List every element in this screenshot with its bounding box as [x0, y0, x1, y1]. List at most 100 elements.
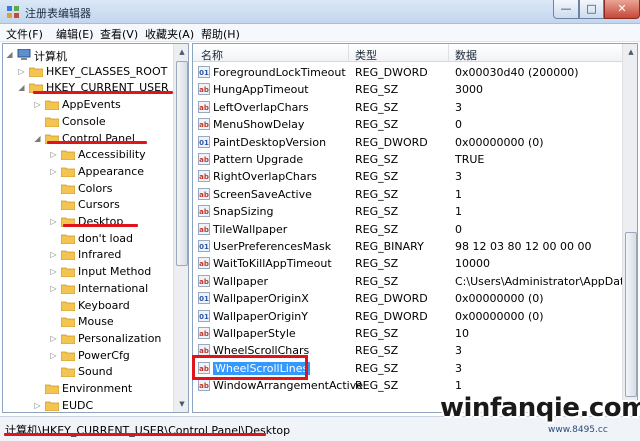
- highlight-underline-control-panel: [47, 141, 147, 144]
- list-scrollbar[interactable]: ▲ ▼: [622, 44, 637, 412]
- menu-help[interactable]: 帮助(H): [201, 26, 240, 42]
- menu-edit[interactable]: 编辑(E): [56, 26, 94, 42]
- list-scroll-thumb[interactable]: [625, 232, 637, 397]
- collapsed-arrow-icon[interactable]: ▷: [49, 284, 58, 293]
- value-row[interactable]: ab SnapSizing REG_SZ 1: [193, 203, 623, 220]
- tree-item-label: Infrared: [78, 248, 122, 262]
- tree-item[interactable]: ▷ Accessibility: [3, 147, 173, 163]
- value-row[interactable]: ab ScreenSaveActive REG_SZ 1: [193, 186, 623, 203]
- collapsed-arrow-icon[interactable]: ▷: [17, 67, 26, 76]
- menu-favorites[interactable]: 收藏夹(A): [145, 26, 194, 42]
- binary-value-icon: 01: [198, 309, 210, 322]
- menu-view[interactable]: 查看(V): [100, 26, 138, 42]
- column-divider[interactable]: [348, 44, 349, 62]
- value-row[interactable]: ab RightOverlapChars REG_SZ 3: [193, 168, 623, 185]
- value-row[interactable]: ab WallpaperStyle REG_SZ 10: [193, 325, 623, 342]
- collapsed-arrow-icon[interactable]: ▷: [33, 100, 42, 109]
- menu-file[interactable]: 文件(F): [6, 26, 43, 42]
- expanded-arrow-icon[interactable]: ◢: [17, 83, 26, 92]
- tree-item[interactable]: Keyboard: [3, 298, 173, 314]
- value-row[interactable]: ab LeftOverlapChars REG_SZ 3: [193, 99, 623, 116]
- value-data: 3: [455, 100, 462, 114]
- value-name: WallpaperOriginY: [213, 310, 308, 323]
- column-type[interactable]: 类型: [355, 47, 377, 63]
- collapsed-arrow-icon[interactable]: ▷: [49, 150, 58, 159]
- tree-item[interactable]: Environment: [3, 381, 173, 397]
- tree-item[interactable]: Colors: [3, 181, 173, 197]
- value-row[interactable]: ab WaitToKillAppTimeout REG_SZ 10000: [193, 255, 623, 272]
- tree-item[interactable]: ◢ 计算机: [3, 47, 173, 63]
- column-data[interactable]: 数据: [455, 47, 477, 63]
- folder-icon: [61, 250, 75, 261]
- value-type: REG_SZ: [355, 170, 399, 184]
- tree-scrollbar[interactable]: ▲ ▼: [173, 44, 188, 412]
- tree-item[interactable]: Mouse: [3, 314, 173, 330]
- string-value-icon: ab: [198, 118, 210, 131]
- collapsed-arrow-icon[interactable]: ▷: [49, 267, 58, 276]
- tree-item[interactable]: ▷ HKEY_CLASSES_ROOT: [3, 64, 173, 80]
- value-name-text: ForegroundLockTimeout: [213, 66, 346, 79]
- minimize-button[interactable]: —: [553, 0, 579, 19]
- tree-item[interactable]: ▷ Appearance: [3, 164, 173, 180]
- value-data: 0x00000000 (0): [455, 135, 544, 149]
- value-row[interactable]: ab HungAppTimeout REG_SZ 3000: [193, 81, 623, 98]
- expanded-arrow-icon[interactable]: ◢: [5, 50, 14, 59]
- binary-value-icon: 01: [198, 292, 210, 305]
- highlight-box-wheelscrolllines: [192, 355, 308, 380]
- column-divider[interactable]: [448, 44, 449, 62]
- value-row[interactable]: ab Pattern Upgrade REG_SZ TRUE: [193, 151, 623, 168]
- title-bar: 注册表编辑器 — □ ✕: [0, 0, 640, 24]
- value-row[interactable]: ab MenuShowDelay REG_SZ 0: [193, 116, 623, 133]
- value-row[interactable]: ab TileWallpaper REG_SZ 0: [193, 221, 623, 238]
- close-button[interactable]: ✕: [604, 0, 640, 19]
- tree-item[interactable]: ▷ PowerCfg: [3, 348, 173, 364]
- value-data: 3: [455, 344, 462, 358]
- value-data: 1: [455, 379, 462, 393]
- tree-item[interactable]: ▷ EUDC: [3, 398, 173, 412]
- tree-item[interactable]: ▷ International: [3, 281, 173, 297]
- value-row[interactable]: 01 UserPreferencesMask REG_BINARY 98 12 03 …: [193, 238, 623, 255]
- tree-item[interactable]: Cursors: [3, 197, 173, 213]
- value-name-text: WallpaperStyle: [213, 327, 296, 340]
- value-row[interactable]: 01 ForegroundLockTimeout REG_DWORD 0x00030d…: [193, 64, 623, 81]
- value-name: SnapSizing: [213, 205, 274, 218]
- value-row[interactable]: ab Wallpaper REG_SZ C:\Users\Administrator\…: [193, 273, 635, 290]
- tree-item[interactable]: Sound: [3, 364, 173, 380]
- column-name[interactable]: 名称: [201, 47, 223, 63]
- folder-icon: [61, 284, 75, 294]
- collapsed-arrow-icon[interactable]: ▷: [33, 401, 42, 410]
- key-tree[interactable]: ◢ 计算机 ▷ HKEY_CLASSES_ROOT ◢ HKEY_CURRENT_USER…: [2, 43, 189, 413]
- highlight-underline-hkcu: [33, 91, 173, 94]
- tree-scroll-thumb[interactable]: [176, 61, 188, 266]
- expanded-arrow-icon[interactable]: ◢: [33, 134, 42, 143]
- collapsed-arrow-icon[interactable]: ▷: [49, 250, 58, 259]
- value-name: WallpaperOriginX: [213, 292, 309, 305]
- folder-icon: [45, 401, 59, 411]
- tree-item[interactable]: ▷ AppEvents: [3, 97, 173, 113]
- string-value-icon: ab: [198, 222, 210, 235]
- collapsed-arrow-icon[interactable]: ▷: [49, 217, 58, 226]
- tree-item[interactable]: Console: [3, 114, 173, 130]
- value-type: REG_DWORD: [355, 66, 428, 79]
- value-name: UserPreferencesMask: [213, 240, 331, 253]
- value-row[interactable]: 01 WallpaperOriginX REG_DWORD 0x00000000 (0…: [193, 290, 623, 307]
- scroll-up-arrow-icon[interactable]: ▲: [625, 46, 637, 58]
- tree-item[interactable]: ▷ Desktop: [3, 214, 173, 230]
- scroll-down-arrow-icon[interactable]: ▼: [176, 398, 188, 410]
- scroll-up-arrow-icon[interactable]: ▲: [176, 46, 188, 58]
- tree-item[interactable]: ▷ Infrared: [3, 247, 173, 263]
- value-row[interactable]: 01 PaintDesktopVersion REG_DWORD 0x00000000…: [193, 134, 623, 151]
- tree-item[interactable]: ▷ Personalization: [3, 331, 173, 347]
- value-row[interactable]: 01 WallpaperOriginY REG_DWORD 0x00000000 (0…: [193, 308, 623, 325]
- value-name-text: WallpaperOriginX: [213, 292, 309, 306]
- maximize-button[interactable]: □: [579, 0, 604, 19]
- tree-item[interactable]: ◢ Control Panel: [3, 131, 173, 147]
- tree-item[interactable]: ▷ Input Method: [3, 264, 173, 280]
- tree-item[interactable]: don't load: [3, 231, 173, 247]
- collapsed-arrow-icon[interactable]: ▷: [49, 334, 58, 343]
- collapsed-arrow-icon[interactable]: ▷: [49, 351, 58, 360]
- collapsed-arrow-icon[interactable]: ▷: [49, 167, 58, 176]
- value-type: REG_DWORD: [355, 309, 428, 323]
- value-name-text: LeftOverlapChars: [213, 100, 309, 114]
